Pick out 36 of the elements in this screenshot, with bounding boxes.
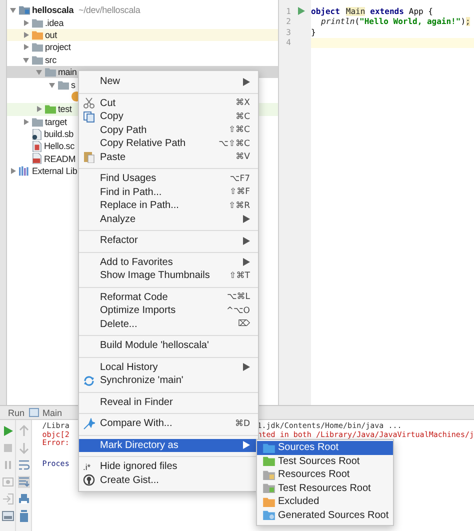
line-number: 2 — [285, 17, 291, 26]
code-line: object Main extends App { — [311, 6, 433, 16]
tree-item-label: READM — [44, 154, 76, 164]
tree-item-label: .idea — [45, 18, 64, 28]
tree-item-label: s — [71, 80, 76, 90]
shortcut-label: ⇧⌘C — [228, 125, 250, 136]
code-line: println("Hello World, again!"); — [320, 17, 470, 26]
shortcut-label: ⌥⌘L — [226, 292, 250, 302]
shortcut-label: ^⌥O — [226, 306, 250, 316]
shortcut-label: ⌘C — [236, 112, 250, 122]
run-label: Run — [8, 408, 25, 418]
tree-item-label: build.sb — [44, 129, 74, 140]
shortcut-label: ⌦ — [238, 319, 250, 330]
tree-item-label: Hello.sc — [44, 141, 74, 152]
tree-item-label: main — [58, 67, 77, 78]
tree-item-label: src — [45, 54, 56, 65]
line-number: 3 — [285, 28, 291, 37]
shortcut-label: ⇧⌘F — [229, 187, 250, 198]
shortcut-label: ⌥F7 — [230, 174, 250, 184]
module-path: ~/dev/helloscala — [78, 5, 140, 16]
shortcut-label: ⌘V — [236, 152, 250, 162]
shortcut-label: ⇧⌘T — [229, 270, 250, 281]
line-number: 1 — [285, 6, 291, 16]
line-number: 4 — [285, 38, 291, 48]
tree-item-label: External Lib — [32, 166, 78, 176]
shortcut-label: ⇧⌘R — [228, 200, 250, 211]
tree-item-label: target — [45, 116, 67, 127]
shortcut-label: ⌥⇧⌘C — [218, 138, 250, 149]
tree-item-label: project — [45, 42, 71, 52]
code-line: } — [311, 28, 316, 37]
ignored-files-icon: .i* — [83, 462, 91, 472]
tree-item-label: test — [58, 104, 72, 114]
shortcut-label: ⌘D — [234, 418, 250, 429]
tree-item-label: helloscala — [32, 5, 74, 16]
tree-item-label: out — [45, 30, 57, 40]
shortcut-label: ⌘X — [236, 98, 250, 108]
